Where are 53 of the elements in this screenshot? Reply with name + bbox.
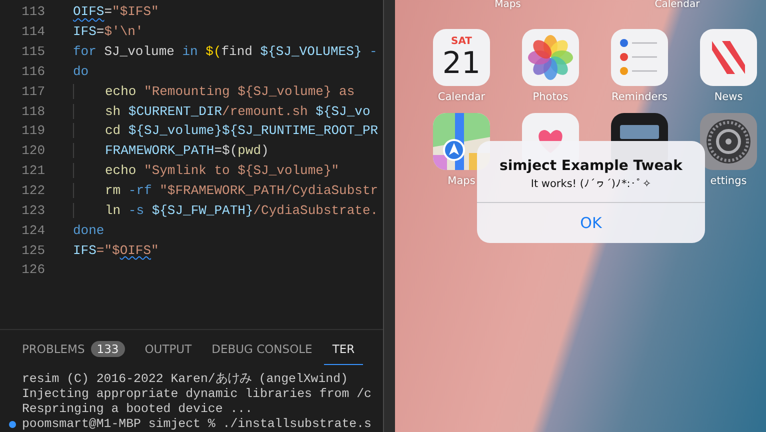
terminal-output: Injecting appropriate dynamic libraries from /c <box>22 387 372 402</box>
panel-tab[interactable]: TER <box>324 339 363 365</box>
line-number: 123 <box>20 202 45 218</box>
code-line: echo "Remounting ${SJ_volume} as <box>73 84 355 99</box>
code-line: sh $CURRENT_DIR/remount.sh ${SJ_vo <box>73 104 370 119</box>
app-label: Maps <box>494 0 522 12</box>
app-label[interactable]: Calendar <box>438 91 486 103</box>
line-number: 115 <box>20 44 45 60</box>
line-number: 114 <box>20 24 45 40</box>
line-number: 119 <box>20 123 45 138</box>
prompt-dot-icon <box>9 421 16 428</box>
date-label: 21 <box>442 48 481 80</box>
count-badge: 133 <box>90 341 125 357</box>
code-line: done <box>73 222 104 238</box>
code-line: ln -s ${SJ_FW_PATH}/CydiaSubstrate. <box>73 202 378 218</box>
line-number: 124 <box>20 222 45 238</box>
app-label[interactable]: Maps <box>448 175 476 187</box>
line-number: 125 <box>20 242 45 258</box>
terminal-command: poomsmart@M1-MBP simject % ./installsubstrate.s <box>22 417 372 432</box>
line-number: 121 <box>20 163 45 178</box>
map-icon[interactable] <box>433 113 490 170</box>
line-number: 116 <box>20 64 45 79</box>
ok-button[interactable]: OK <box>477 203 705 243</box>
code-line: FRAMEWORK_PATH=$(pwd) <box>73 143 269 158</box>
line-number: 120 <box>20 143 45 158</box>
terminal-output: Respringing a booted device ... <box>22 402 253 417</box>
code-line: OIFS="$IFS" <box>73 4 159 20</box>
code-line: echo "Symlink to ${SJ_volume}" <box>73 163 340 178</box>
line-number: 113 <box>20 4 45 20</box>
panel-tab[interactable]: PROBLEMS 133 <box>14 339 133 365</box>
code-line: do <box>73 64 89 79</box>
code-line: cd ${SJ_volume}${SJ_RUNTIME_ROOT_PR <box>73 123 378 138</box>
code-line: IFS="$OIFS" <box>73 242 159 258</box>
alert-title: simject Example Tweak <box>498 158 684 174</box>
line-number: 118 <box>20 104 45 119</box>
code-line: for SJ_volume in $(find ${SJ_VOLUMES} - <box>73 44 378 60</box>
code-line: IFS=$'\n' <box>73 24 144 40</box>
line-number: 122 <box>20 183 45 198</box>
panel-tab[interactable]: OUTPUT <box>136 339 200 365</box>
list-icon[interactable] <box>611 29 668 86</box>
flower-icon[interactable] <box>522 29 579 86</box>
weekday-label: SAT <box>451 36 472 48</box>
app-label[interactable]: News <box>714 91 743 103</box>
gear-icon[interactable] <box>700 113 757 170</box>
code-line: rm -rf "$FRAMEWORK_PATH/CydiaSubstr <box>73 183 378 198</box>
line-number: 126 <box>20 262 45 278</box>
news-icon[interactable] <box>700 29 757 86</box>
panel-tab[interactable]: DEBUG CONSOLE <box>204 339 320 365</box>
terminal-output: resim (C) 2016-2022 Karen/あけみ (angelXwind) <box>22 372 348 387</box>
alert-message: It works! (ﾉ´ヮ´)ﾉ*:･ﾟ✧ <box>530 178 652 190</box>
line-number: 117 <box>20 84 45 99</box>
calendar-icon[interactable]: SAT 21 <box>433 29 490 86</box>
app-label[interactable]: ettings <box>710 175 747 187</box>
